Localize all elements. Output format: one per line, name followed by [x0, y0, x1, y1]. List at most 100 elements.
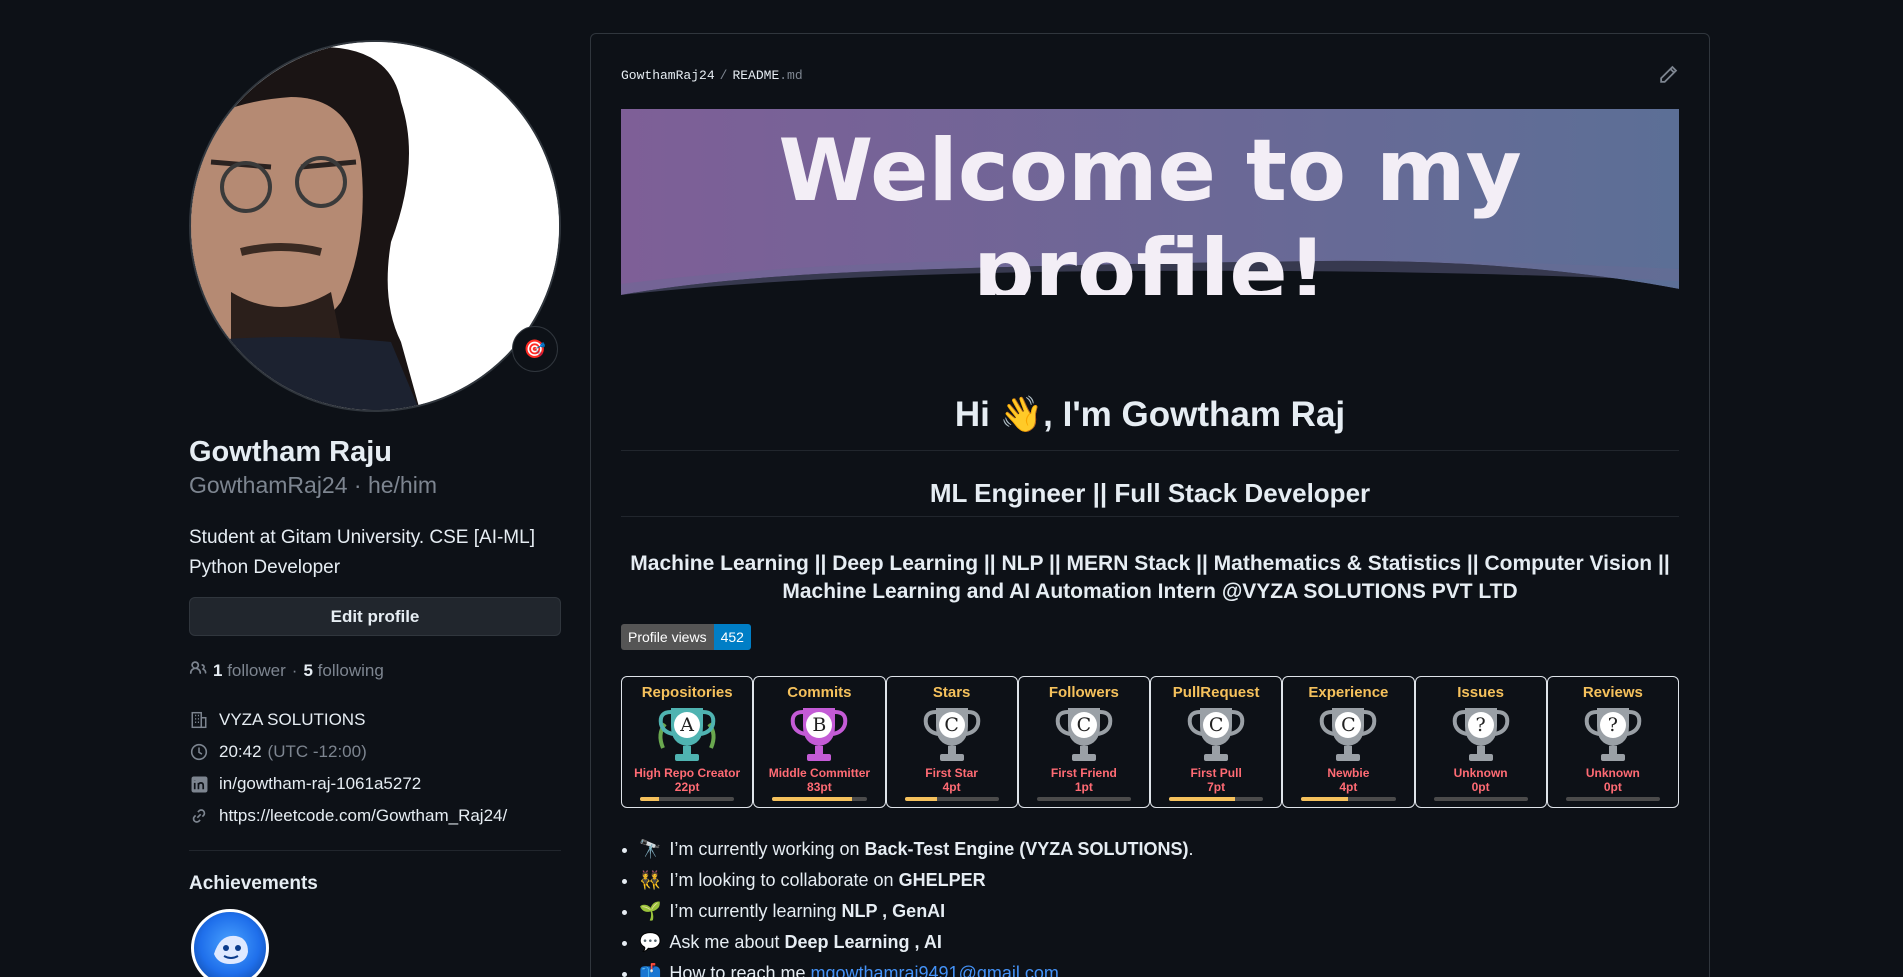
- about-list-item: 💬 Ask me about Deep Learning , AI: [639, 927, 1194, 958]
- trophy-card[interactable]: Experience C Newbie 4pt: [1282, 676, 1415, 808]
- sidebar-divider: [189, 850, 561, 852]
- bio-line: Python Developer: [189, 557, 341, 579]
- avatar-container: 🎯: [189, 40, 561, 412]
- trophy-points: 1pt: [1074, 780, 1093, 794]
- clock-icon: [189, 742, 209, 762]
- followers-link[interactable]: 1 follower: [213, 661, 286, 681]
- trophy-points: 83pt: [807, 780, 832, 794]
- achievement-badge[interactable]: [191, 909, 269, 977]
- trophy-progress-fill: [772, 797, 853, 801]
- trophy-card[interactable]: PullRequest C First Pull 7pt: [1150, 676, 1283, 808]
- trophy-progress-bar: [1565, 797, 1660, 801]
- local-time-item: 20:42 (UTC -12:00): [189, 736, 561, 768]
- about-list-item: 🌱 I’m currently learning NLP , GenAI: [639, 896, 1194, 927]
- bullet-emoji-icon: 🌱: [639, 901, 662, 921]
- bullet-text: I’m currently learning: [669, 901, 842, 921]
- trophy-progress-fill: [904, 797, 938, 801]
- linkedin-icon: [189, 774, 209, 794]
- trophy-rank: C: [938, 712, 965, 738]
- trophy-subtitle: Unknown: [1585, 766, 1640, 780]
- status-emoji[interactable]: 🎯: [512, 326, 558, 372]
- timezone: (UTC -12:00): [267, 742, 367, 762]
- trophy-title: Followers: [1048, 684, 1119, 701]
- bullet-emoji-icon: 💬: [639, 932, 662, 952]
- trophy-card[interactable]: Reviews ? Unknown 0pt: [1546, 676, 1679, 808]
- trophy-title: Experience: [1308, 684, 1389, 701]
- email-link[interactable]: mgowthamraj9491@gmail.com: [810, 963, 1058, 977]
- trophy-rank: A: [674, 712, 701, 738]
- website-item[interactable]: https://leetcode.com/Gowtham_Raj24/: [189, 800, 561, 832]
- breadcrumb-owner[interactable]: GowthamRaj24: [621, 68, 715, 83]
- trophy-progress-bar: [1036, 797, 1131, 801]
- trophy-subtitle: Middle Committer: [768, 766, 871, 780]
- trophy-rank: C: [1203, 712, 1230, 738]
- profile-views-badge[interactable]: Profile views 452: [621, 624, 751, 650]
- profile-handle: GowthamRaj24 · he/him: [189, 472, 437, 499]
- about-list-item: 👯 I’m looking to collaborate on GHELPER: [639, 865, 1194, 896]
- bullet-text: How to reach me: [669, 963, 811, 977]
- bullet-highlight: Deep Learning , AI: [784, 932, 942, 952]
- link-icon: [189, 806, 209, 826]
- trophy-cup-icon: ?: [1548, 702, 1678, 764]
- trophy-subtitle: First Pull: [1190, 766, 1242, 780]
- trophy-cup-icon: C: [887, 702, 1017, 764]
- trophy-points: 4pt: [1339, 780, 1358, 794]
- internship-line: Machine Learning and AI Automation Inter…: [782, 580, 1518, 603]
- trophy-subtitle: First Friend: [1050, 766, 1117, 780]
- building-icon: [189, 710, 209, 730]
- trophy-rank: ?: [1467, 712, 1494, 738]
- dot-separator: ·: [291, 660, 298, 680]
- trophy-progress-fill: [1301, 797, 1349, 801]
- readme-heading-3: Machine Learning || Deep Learning || NLP…: [621, 550, 1679, 606]
- profile-views-count: 452: [713, 624, 751, 650]
- people-icon: [189, 659, 207, 682]
- skills-line: Machine Learning || Deep Learning || NLP…: [630, 552, 1670, 575]
- trophy-row[interactable]: Repositories A High Repo Creator 22pt Co…: [621, 676, 1679, 808]
- trophy-subtitle: Newbie: [1327, 766, 1370, 780]
- trophy-progress-bar: [640, 797, 735, 801]
- edit-profile-button[interactable]: Edit profile: [189, 597, 561, 637]
- bullet-highlight: NLP , GenAI: [841, 901, 946, 921]
- trophy-points: 22pt: [674, 780, 700, 794]
- trophy-cup-icon: C: [1283, 702, 1413, 764]
- trophy-points: 0pt: [1603, 780, 1622, 794]
- bullet-highlight: Back-Test Engine (VYZA SOLUTIONS): [864, 839, 1189, 859]
- linkedin-item[interactable]: in/gowtham-raj-1061a5272: [189, 768, 561, 800]
- trophy-progress-bar: [1433, 797, 1528, 801]
- trophy-progress-bar: [1301, 797, 1396, 801]
- edit-readme-button[interactable]: [1657, 64, 1681, 88]
- trophy-card[interactable]: Stars C First Star 4pt: [885, 676, 1018, 808]
- trophy-card[interactable]: Issues ? Unknown 0pt: [1414, 676, 1547, 808]
- trophy-card[interactable]: Repositories A High Repo Creator 22pt: [621, 676, 754, 808]
- trophy-title: Commits: [787, 684, 852, 701]
- trophy-rank: C: [1070, 712, 1097, 738]
- pencil-icon: [1660, 65, 1678, 83]
- trophy-points: 0pt: [1471, 780, 1490, 794]
- following-link[interactable]: 5 following: [303, 661, 383, 681]
- profile-name: Gowtham Raju: [189, 436, 393, 468]
- profile-views-label: Profile views: [621, 624, 714, 650]
- trophy-title: Reviews: [1582, 684, 1643, 701]
- avatar[interactable]: [189, 40, 561, 412]
- trophy-subtitle: High Repo Creator: [634, 766, 741, 780]
- profile-sidebar: 🎯 Gowtham Raju GowthamRaj24 · he/him Stu…: [189, 40, 561, 977]
- website-link[interactable]: https://leetcode.com/Gowtham_Raj24/: [219, 806, 507, 826]
- bullet-emoji-icon: 👯: [639, 870, 662, 890]
- breadcrumb-file[interactable]: README: [732, 68, 779, 83]
- trophy-progress-bar: [1169, 797, 1264, 801]
- company-name: VYZA SOLUTIONS: [219, 710, 366, 730]
- trophy-cup-icon: C: [1151, 702, 1281, 764]
- trophy-title: Stars: [932, 684, 971, 701]
- shark-icon: [214, 936, 248, 965]
- trophy-subtitle: First Star: [925, 766, 978, 780]
- trophy-card[interactable]: Followers C First Friend 1pt: [1017, 676, 1150, 808]
- local-time: 20:42: [219, 742, 262, 762]
- linkedin-link[interactable]: in/gowtham-raj-1061a5272: [219, 774, 421, 794]
- bio-line: Student at Gitam University. CSE [AI-ML]: [189, 527, 535, 549]
- bullet-text: Ask me about: [669, 932, 785, 952]
- company-item: VYZA SOLUTIONS: [189, 704, 561, 736]
- trophy-rank: B: [806, 712, 833, 738]
- trophy-progress-bar: [772, 797, 867, 801]
- avatar-photo: [191, 42, 559, 410]
- trophy-card[interactable]: Commits B Middle Committer 83pt: [753, 676, 886, 808]
